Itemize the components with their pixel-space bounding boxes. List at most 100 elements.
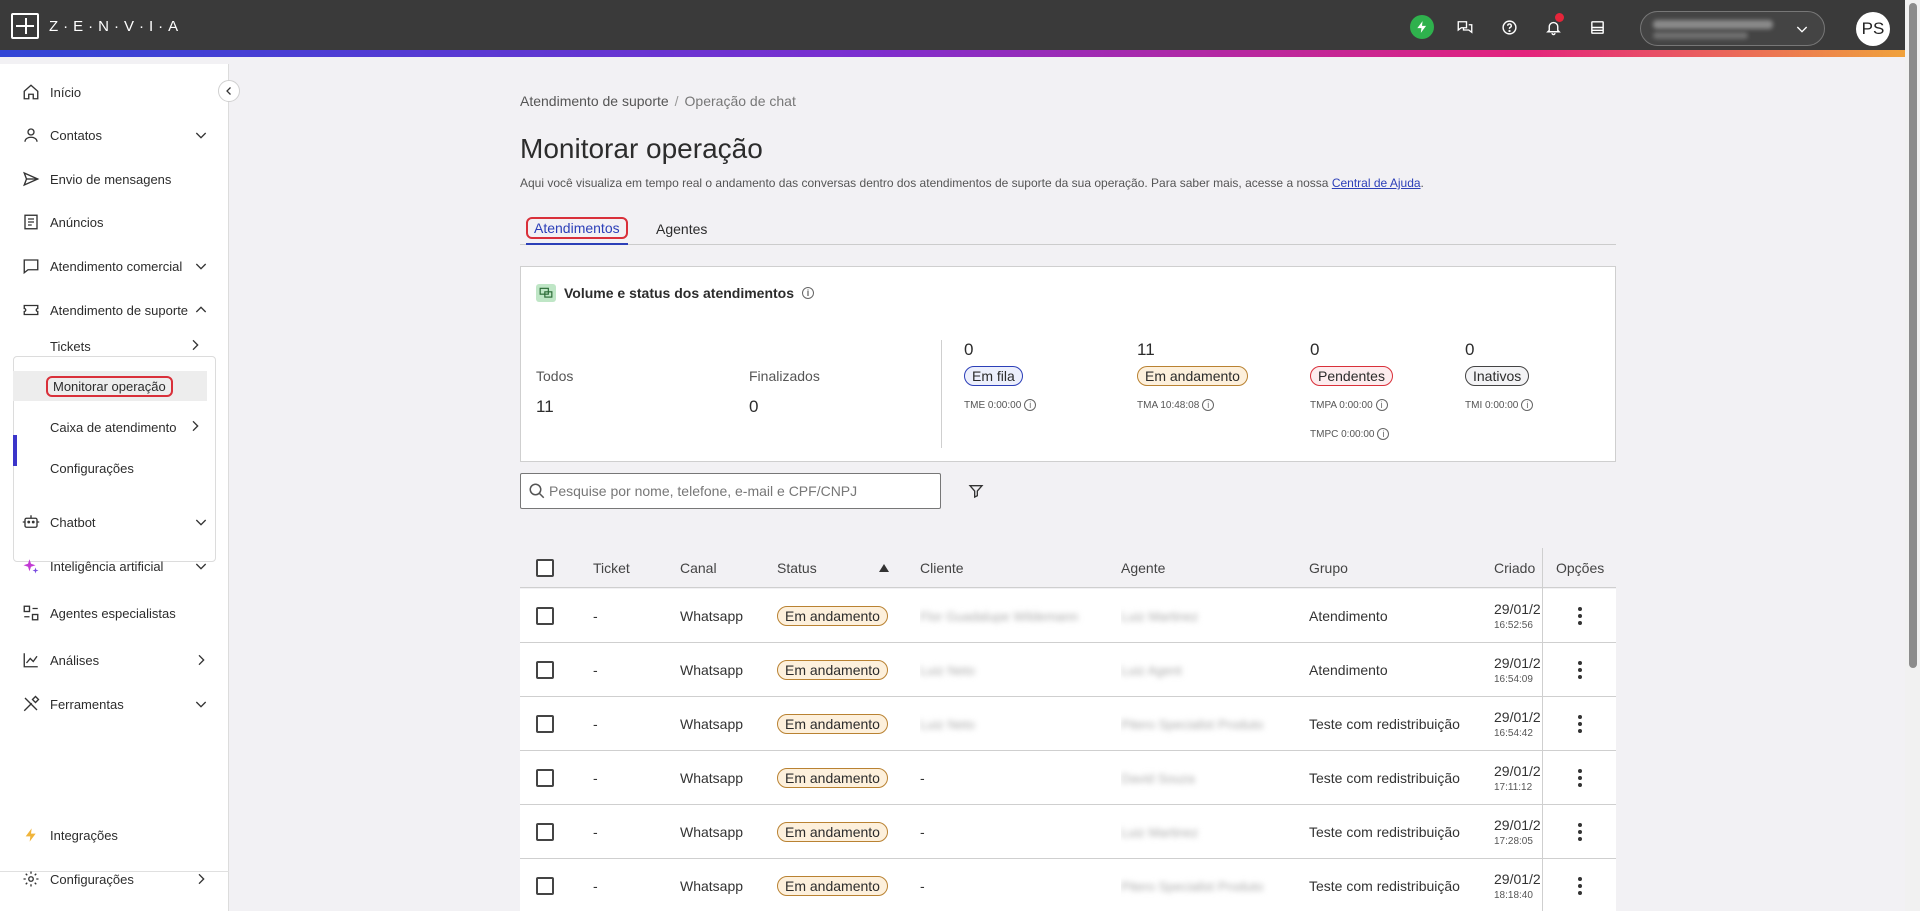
sidebar-item-chatbot[interactable]: Chatbot [0,504,229,540]
header-agente[interactable]: Agente [1121,548,1165,588]
info-icon[interactable]: i [1202,399,1215,411]
help-center-link[interactable]: Central de Ajuda [1332,176,1421,190]
header-cliente[interactable]: Cliente [920,548,964,588]
chevron-right-icon [193,652,209,668]
row-checkbox[interactable] [536,715,554,733]
sidebar-item-envio[interactable]: Envio de mensagens [0,161,229,197]
canal-cell: Whatsapp [680,608,744,624]
row-options-button[interactable] [1542,697,1616,751]
stats-divider [941,340,942,448]
sidebar-subitem-configuracoes[interactable]: Configurações [0,453,229,483]
table-row[interactable]: - Whatsapp Em andamento - Luiz Martinez Teste… [520,805,1616,859]
chevron-right-icon [187,418,203,437]
stats-card: Volume e status dos atendimentos i Todos… [520,266,1616,462]
tab-atendimentos[interactable]: Atendimentos [526,212,628,245]
ticket-cell: - [593,662,598,678]
page-scrollbar[interactable] [1905,0,1920,911]
ticket-cell: - [593,608,598,624]
filter-icon[interactable] [966,481,986,501]
criado-cell: 29/01/2 16:54:09 [1494,655,1541,685]
lightning-icon[interactable] [1410,15,1434,39]
sidebar-item-ia[interactable]: Inteligência artificial [0,548,229,584]
breadcrumb-parent[interactable]: Atendimento de suporte [520,93,669,109]
chevron-down-icon [193,258,209,274]
select-all-checkbox[interactable] [536,559,554,577]
breadcrumb: Atendimento de suporte / Operação de chat [520,93,796,109]
chevron-right-icon [187,337,203,356]
agente-cell: Pitero Specialist Produto [1121,716,1264,732]
sidebar-subitem-monitorar[interactable]: Monitorar operação [13,371,207,401]
monitor-icon [536,284,556,302]
info-icon[interactable]: i [802,287,815,299]
sidebar-item-anuncios[interactable]: Anúncios [0,204,229,240]
table-row[interactable]: - Whatsapp Em andamento Luiz Neto Luiz Agent… [520,643,1616,697]
sidebar-item-contatos[interactable]: Contatos [0,117,229,153]
inbox-icon[interactable] [1584,14,1610,40]
gear-icon [21,869,41,889]
header-status[interactable]: Status [777,548,817,588]
sidebar-item-ferramentas[interactable]: Ferramentas [0,686,229,722]
row-checkbox[interactable] [536,823,554,841]
canal-cell: Whatsapp [680,824,744,840]
bell-icon[interactable] [1540,13,1566,40]
sort-asc-icon[interactable] [879,548,889,588]
canal-cell: Whatsapp [680,770,744,786]
row-checkbox[interactable] [536,607,554,625]
sidebar-item-agentes[interactable]: Agentes especialistas [0,595,229,631]
chevron-up-icon [193,302,209,318]
header-ticket[interactable]: Ticket [593,548,630,588]
row-options-button[interactable] [1542,643,1616,697]
row-checkbox[interactable] [536,661,554,679]
select-all-cell [536,548,554,588]
criado-cell: 29/01/2 17:11:12 [1494,763,1541,793]
row-options-button[interactable] [1542,751,1616,805]
search-input[interactable] [549,480,929,502]
sidebar-subitem-tickets[interactable]: Tickets [0,331,229,361]
tab-agentes[interactable]: Agentes [656,212,707,245]
info-icon[interactable]: i [1024,399,1037,411]
finalizados-label: Finalizados [749,368,820,384]
row-options-button[interactable] [1542,589,1616,643]
sidebar-item-analises[interactable]: Análises [0,642,229,678]
tickets-table: Ticket Canal Status Cliente Agente Grupo… [520,548,1616,911]
row-checkbox[interactable] [536,769,554,787]
kebab-menu-icon [1577,768,1582,787]
row-options-button[interactable] [1542,859,1616,911]
info-icon[interactable]: i [1375,399,1388,411]
sidebar-item-inicio[interactable]: Início [0,74,229,110]
cliente-cell: Luiz Neto [920,662,975,678]
info-icon[interactable]: i [1377,428,1390,440]
canal-cell: Whatsapp [680,878,744,894]
sidebar-item-atendimento-suporte[interactable]: Atendimento de suporte [0,292,229,328]
sidebar-item-configuracoes[interactable]: Configurações [0,861,229,897]
account-selector[interactable] [1640,11,1825,46]
avatar[interactable]: PS [1856,12,1890,46]
kebab-menu-icon [1577,714,1582,733]
tme-metric: TME 0:00:00 i [964,399,1037,411]
sidebar-subitem-caixa[interactable]: Caixa de atendimento [0,412,229,442]
row-options-button[interactable] [1542,805,1616,859]
header-grupo[interactable]: Grupo [1309,548,1348,588]
tabs: Atendimentos Agentes [520,212,1616,245]
chat-icon[interactable] [1452,14,1478,40]
brand-logo[interactable]: Z·E·N·V·I·A [11,13,183,39]
inativos-badge: Inativos [1465,366,1530,386]
row-checkbox[interactable] [536,877,554,895]
tmpc-metric: TMPC 0:00:00 i [1310,428,1390,440]
scrollbar-thumb[interactable] [1909,3,1917,668]
cliente-cell: Flor Guadalupe Wildemann [920,608,1079,624]
table-row[interactable]: - Whatsapp Em andamento Luiz Neto Pitero Spe… [520,697,1616,751]
collapse-sidebar-button[interactable] [218,80,240,102]
sidebar-item-atendimento-comercial[interactable]: Atendimento comercial [0,248,229,284]
header-criado[interactable]: Criado [1494,548,1535,588]
table-row[interactable]: - Whatsapp Em andamento - David Souza Teste c… [520,751,1616,805]
info-icon[interactable]: i [1521,399,1534,411]
tmpa-metric: TMPA 0:00:00 i [1310,399,1388,411]
help-icon[interactable] [1496,14,1522,40]
table-row[interactable]: - Whatsapp Em andamento - Pitero Specialist … [520,859,1616,911]
canal-cell: Whatsapp [680,716,744,732]
table-row[interactable]: - Whatsapp Em andamento Flor Guadalupe Wild… [520,589,1616,643]
header-canal[interactable]: Canal [680,548,717,588]
grupo-cell: Teste com redistribuição [1309,878,1460,894]
sidebar-item-integracoes[interactable]: Integrações [0,817,229,853]
